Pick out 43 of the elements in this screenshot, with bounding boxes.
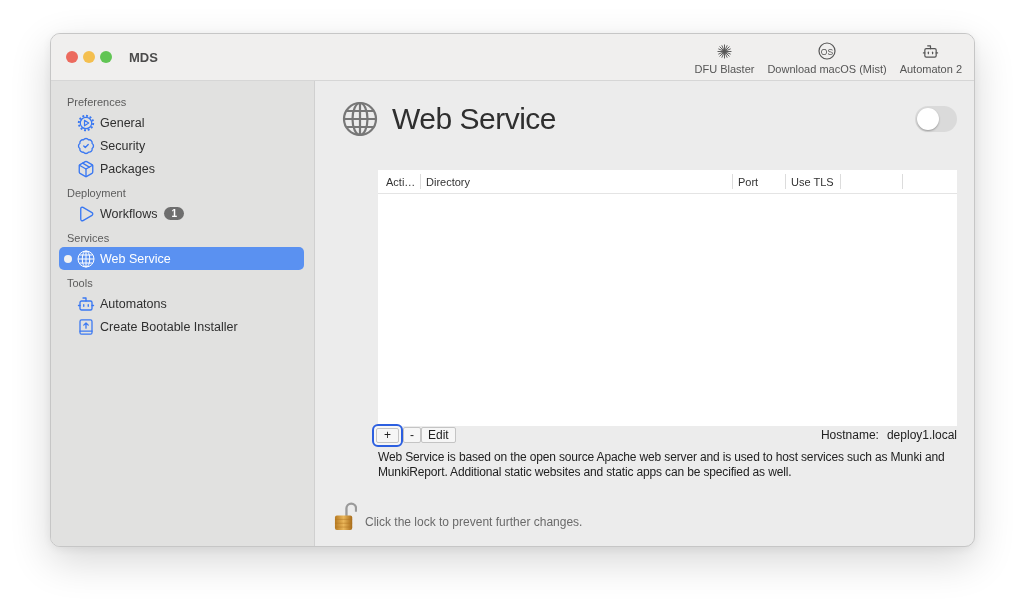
robot-icon xyxy=(922,42,940,60)
sidebar-item[interactable]: Create Bootable Installer xyxy=(59,315,304,338)
description-text: Web Service is based on the open source Apache web server and is used to host services such as Munki and MunkiReport. Additional static websites and static apps can be specified as well. xyxy=(378,450,946,479)
section-heading: Preferences xyxy=(66,95,127,110)
count-badge: 1 xyxy=(164,207,184,220)
hostname-label: Hostname: xyxy=(820,428,879,442)
remove-button[interactable]: - xyxy=(403,427,421,443)
padlock-icon[interactable] xyxy=(334,502,357,531)
toolbar-button[interactable]: Automaton 2 xyxy=(899,42,962,76)
minimize-button[interactable] xyxy=(83,51,95,63)
badge-check-icon xyxy=(77,136,95,155)
globe-icon xyxy=(77,249,95,268)
sidebar-item[interactable]: General xyxy=(59,111,304,134)
robot-icon xyxy=(77,294,95,313)
page-title: Web Service xyxy=(392,102,556,136)
section-heading: Services xyxy=(66,231,110,246)
toggle-switch[interactable] xyxy=(915,106,957,132)
add-button[interactable]: + xyxy=(372,423,403,447)
upload-tray-icon xyxy=(77,317,95,336)
zoom-button[interactable] xyxy=(100,51,112,63)
column-header[interactable]: Acti… xyxy=(378,170,420,193)
toolbar-button[interactable]: OS Download macOS (Mist) xyxy=(767,42,887,76)
sparkle-icon xyxy=(716,43,732,59)
column-header[interactable]: Use TLS xyxy=(785,170,840,193)
edit-button[interactable]: Edit xyxy=(421,427,456,443)
column-header[interactable]: Directory xyxy=(420,170,732,193)
close-button[interactable] xyxy=(66,51,78,63)
sidebar-item[interactable]: Workflows 1 xyxy=(59,202,304,225)
sidebar-item[interactable]: Security xyxy=(59,134,304,157)
column-header[interactable]: Port xyxy=(732,170,785,193)
lock-hint-text: Click the lock to prevent further changes. xyxy=(365,515,583,531)
window-title: MDS xyxy=(129,49,158,65)
package-icon xyxy=(77,159,95,178)
toolbar-button[interactable]: DFU Blaster xyxy=(694,42,755,76)
sidebar-item[interactable]: Automatons xyxy=(59,292,304,315)
os-logo-icon: OS xyxy=(818,42,836,60)
globe-icon xyxy=(342,101,378,137)
section-heading: Tools xyxy=(66,276,93,291)
section-heading: Deployment xyxy=(66,186,126,201)
gear-icon xyxy=(77,113,95,132)
play-icon xyxy=(77,204,95,223)
hostname-value: deploy1.local xyxy=(886,428,957,442)
sidebar-item[interactable]: Packages xyxy=(59,157,304,180)
